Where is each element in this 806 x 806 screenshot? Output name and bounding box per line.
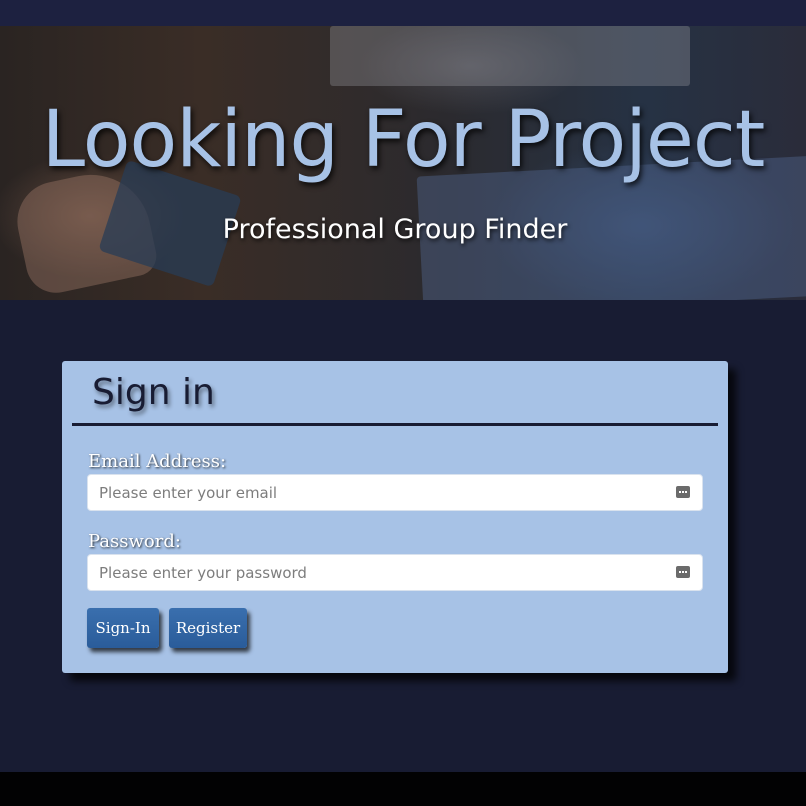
site-subtitle: Professional Group Finder bbox=[222, 214, 568, 245]
email-label: Email Address: bbox=[88, 451, 227, 472]
password-field-wrapper bbox=[87, 554, 703, 591]
autofill-icon[interactable] bbox=[676, 486, 690, 498]
site-title: Looking For Project bbox=[41, 95, 766, 185]
page: Looking For Project Professional Group F… bbox=[0, 0, 806, 806]
signin-heading: Sign in bbox=[92, 372, 215, 413]
signin-button[interactable]: Sign-In bbox=[87, 608, 159, 648]
email-field-wrapper bbox=[87, 474, 703, 511]
top-strip bbox=[0, 0, 806, 26]
hero-background-paper bbox=[330, 26, 690, 86]
hero-banner: Looking For Project Professional Group F… bbox=[0, 26, 806, 300]
email-input[interactable] bbox=[88, 475, 668, 510]
heading-divider bbox=[72, 423, 718, 426]
signin-card: Sign in Email Address: Password: Sign-In… bbox=[62, 361, 728, 673]
footer-bar bbox=[0, 772, 806, 806]
password-label: Password: bbox=[88, 531, 181, 552]
password-input[interactable] bbox=[88, 555, 668, 590]
register-button[interactable]: Register bbox=[169, 608, 247, 648]
autofill-icon[interactable] bbox=[676, 566, 690, 578]
